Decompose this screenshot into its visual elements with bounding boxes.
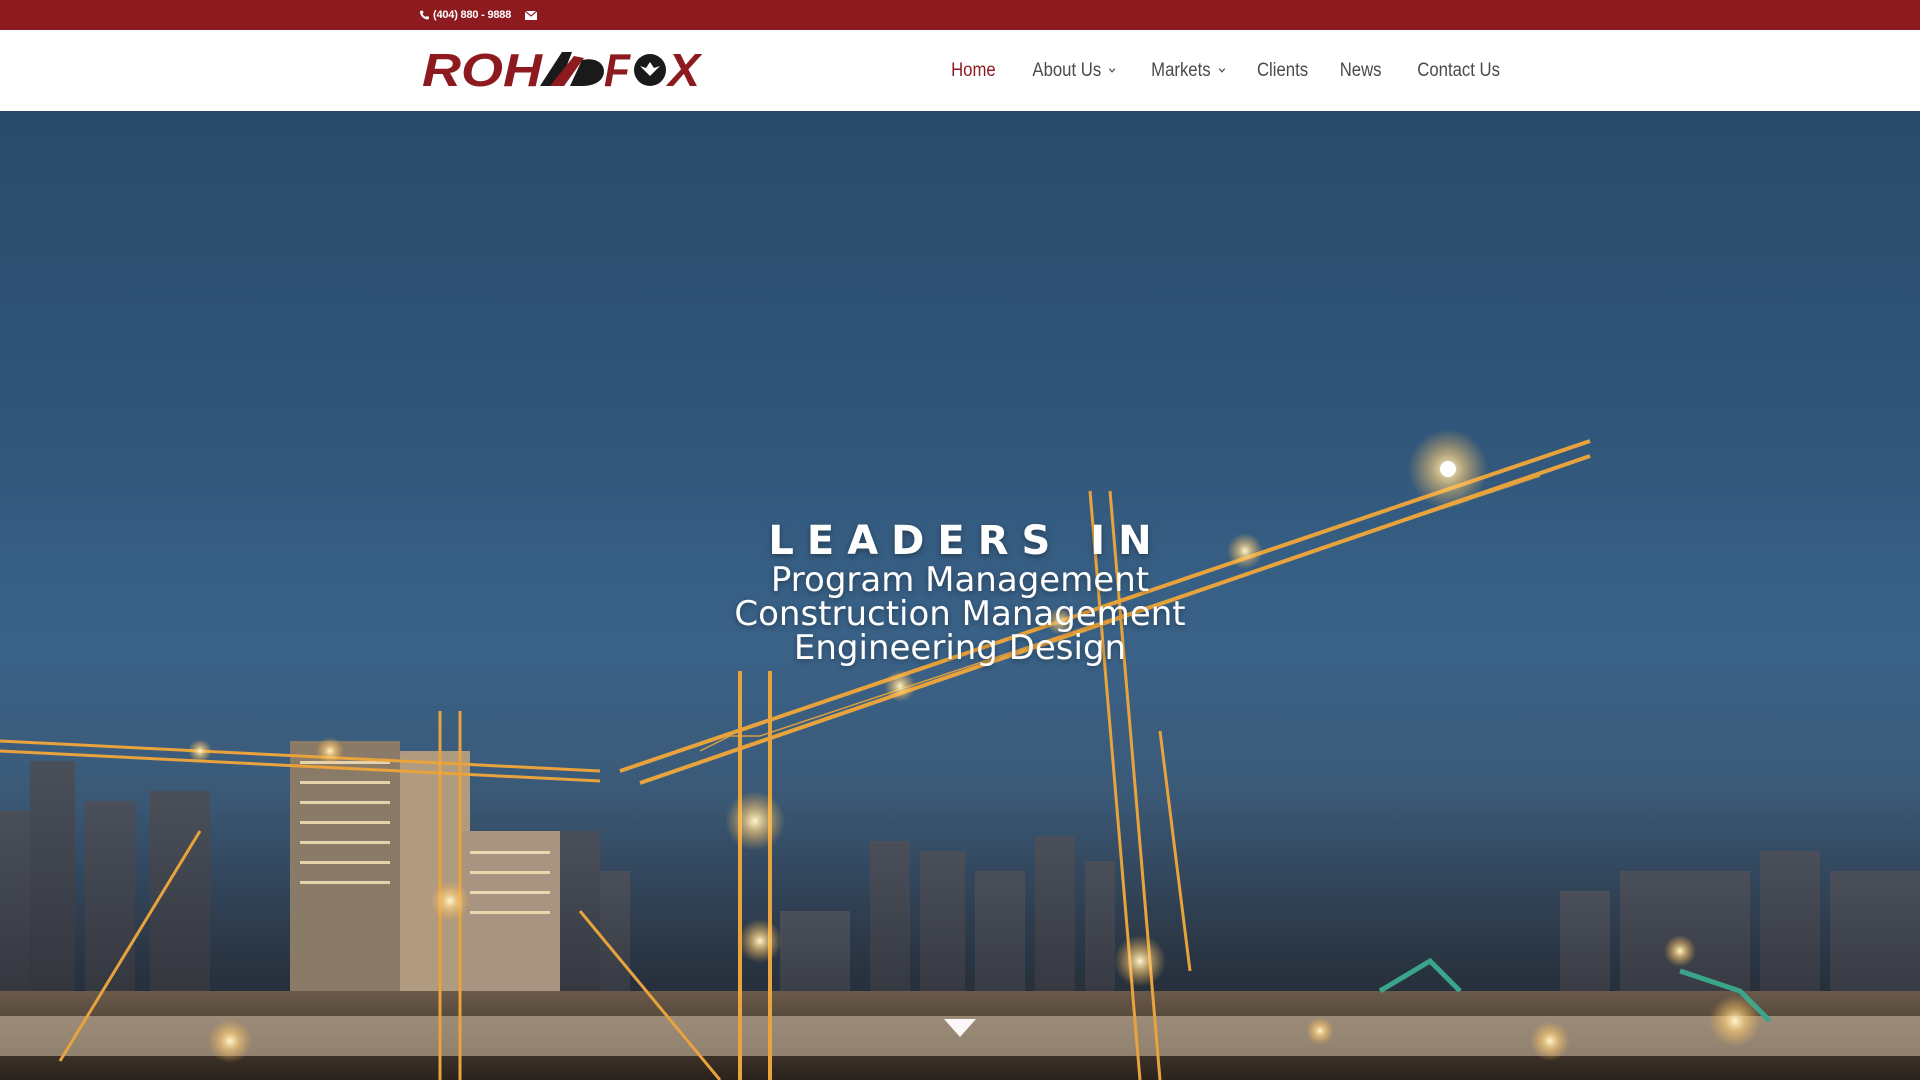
nav-item-markets[interactable]: Markets bbox=[1151, 60, 1225, 82]
site-header: ROH F X Home About Us Markets Clients Ne… bbox=[0, 30, 1920, 111]
hero-line-program-management: Program Management bbox=[770, 560, 1150, 600]
nav-item-label: About Us bbox=[1032, 59, 1101, 81]
phone-number: (404) 880 - 9888 bbox=[433, 9, 512, 21]
nav-item-contact-us[interactable]: Contact Us bbox=[1417, 60, 1500, 82]
hero-kicker: LEADERS IN bbox=[768, 518, 1165, 564]
nav-item-label: Clients bbox=[1257, 59, 1309, 81]
svg-text:F: F bbox=[604, 46, 632, 96]
nav-item-news[interactable]: News bbox=[1339, 60, 1381, 82]
nav-item-label: Home bbox=[951, 59, 996, 81]
nav-item-about-us[interactable]: About Us bbox=[1032, 60, 1116, 82]
svg-text:ROH: ROH bbox=[422, 46, 543, 96]
phone-link[interactable]: (404) 880 - 9888 bbox=[419, 9, 511, 21]
phone-icon bbox=[419, 9, 430, 20]
nav-item-home[interactable]: Home bbox=[951, 60, 996, 82]
nav-item-label: News bbox=[1339, 59, 1382, 81]
mail-icon[interactable] bbox=[525, 10, 538, 20]
svg-text:X: X bbox=[665, 46, 702, 96]
main-nav: Home About Us Markets Clients News Conta… bbox=[920, 30, 1500, 111]
chevron-down-icon[interactable] bbox=[942, 1015, 978, 1039]
hero-section: LEADERS IN Program Management Constructi… bbox=[0, 111, 1920, 1080]
nav-item-label: Markets bbox=[1150, 59, 1211, 81]
site-logo[interactable]: ROH F X bbox=[422, 46, 702, 96]
nav-item-clients[interactable]: Clients bbox=[1257, 60, 1308, 82]
top-bar: (404) 880 - 9888 bbox=[0, 0, 1920, 30]
hero-line-engineering-design: Engineering Design bbox=[793, 628, 1127, 668]
nav-item-label: Contact Us bbox=[1417, 59, 1500, 81]
hero-headline: LEADERS IN Program Management Constructi… bbox=[0, 519, 1920, 665]
chevron-down-icon bbox=[1108, 68, 1116, 73]
chevron-down-icon bbox=[1218, 68, 1225, 73]
hero-line-construction-management: Construction Management bbox=[734, 594, 1186, 634]
